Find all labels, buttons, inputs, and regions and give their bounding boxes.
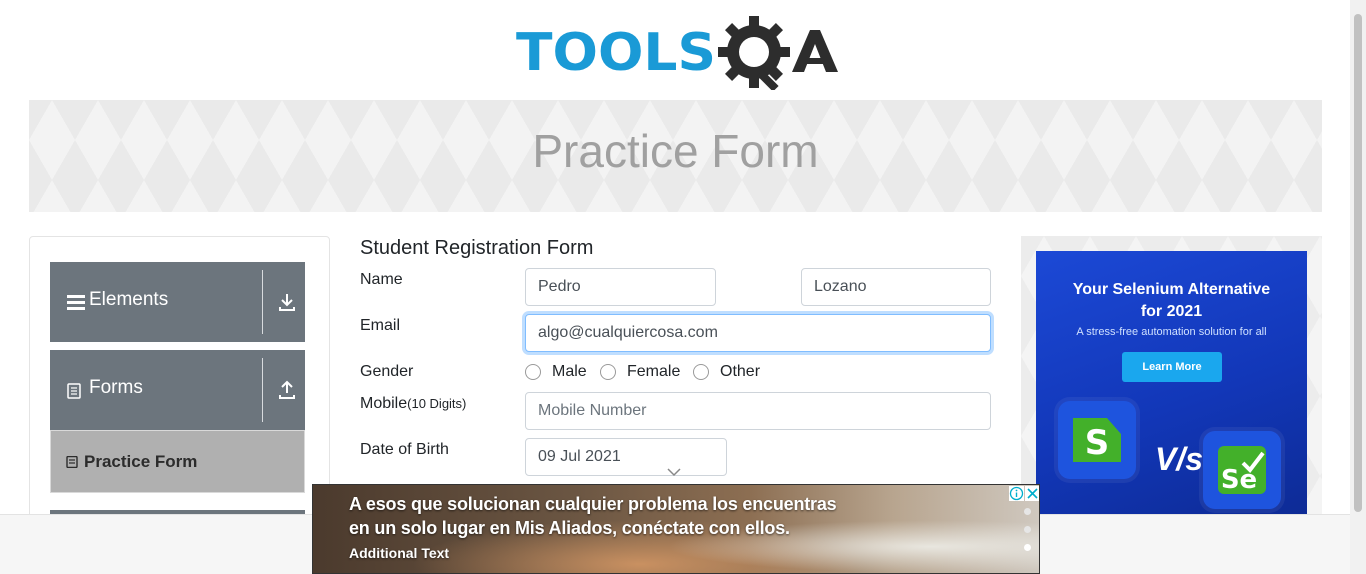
sidebar-group-elements[interactable]: Elements (50, 262, 305, 342)
divider (262, 270, 263, 334)
scrollbar-thumb[interactable] (1354, 14, 1362, 512)
gender-radio-other[interactable]: Other (693, 363, 760, 381)
carousel-dot[interactable] (1024, 508, 1031, 515)
page-banner: Practice Form (29, 100, 1322, 212)
page-title: Practice Form (532, 125, 819, 177)
gender-radio-male[interactable]: Male (525, 363, 587, 381)
mobile-label: Mobile(10 Digits) (360, 395, 466, 413)
chevron-down-icon (667, 468, 681, 477)
ad-info-icon[interactable] (1009, 486, 1024, 501)
form-title: Student Registration Form (360, 237, 594, 259)
radio-circle[interactable] (525, 364, 541, 380)
name-label: Name (360, 271, 403, 288)
selenium-logo-icon: Se (1218, 446, 1266, 495)
carousel-dot[interactable] (1024, 526, 1031, 533)
radio-circle[interactable] (600, 364, 616, 380)
dob-label: Date of Birth (360, 441, 449, 458)
download-arrow-icon[interactable] (277, 292, 297, 312)
gender-radio-female[interactable]: Female (600, 363, 680, 381)
sidebar-item-practice-form[interactable]: Practice Form (50, 430, 305, 493)
side-ad-headline-1: Your Selenium Alternative (1072, 281, 1271, 298)
divider (262, 358, 263, 422)
toolsqa-logo[interactable]: TOOLS (516, 16, 838, 90)
email-label: Email (360, 317, 401, 334)
svg-text:S: S (1085, 423, 1110, 463)
ad-close-icon[interactable] (1025, 486, 1040, 501)
sidebar-group-label: Forms (89, 377, 143, 398)
learn-more-button[interactable]: Learn More (1122, 352, 1222, 382)
carousel-dot-active[interactable] (1024, 544, 1031, 551)
mobile-label-text: Mobile (360, 395, 408, 412)
popup-ad-line-2: en un solo lugar en Mis Aliados, conécta… (349, 518, 790, 538)
side-ad-headline-2: for 2021 (1140, 303, 1203, 320)
last-name-input[interactable] (801, 268, 991, 306)
first-name-input[interactable] (525, 268, 716, 306)
sidebar-item-label: Practice Form (84, 452, 198, 471)
versus-text: V/s (1155, 441, 1204, 477)
radio-circle[interactable] (693, 364, 709, 380)
sidebar: Elements Forms Practice Form (29, 236, 330, 537)
side-ad-subtitle: A stress-free automation solution for al… (1076, 326, 1267, 338)
form-icon (66, 456, 78, 468)
popup-ad-extra: Additional Text (349, 545, 450, 561)
popup-ad-line-1: A esos que solucionan cualquier problema… (349, 494, 837, 514)
document-icon (67, 383, 81, 399)
radio-label: Female (627, 363, 681, 380)
upload-arrow-icon[interactable] (277, 380, 297, 400)
katalon-logo-tile: S (1058, 401, 1136, 479)
popup-ad[interactable]: A esos que solucionan cualquier problema… (312, 484, 1040, 574)
mobile-input[interactable] (525, 392, 991, 430)
email-input[interactable] (525, 314, 991, 352)
hamburger-icon (67, 295, 85, 310)
sidebar-group-label: Elements (89, 289, 169, 310)
side-ad-headline: Your Selenium Alternative for 2021 (1036, 279, 1307, 323)
side-ad[interactable]: Your Selenium Alternative for 2021 A str… (1036, 251, 1307, 526)
gender-label: Gender (360, 363, 414, 380)
svg-text:TOOLS: TOOLS (516, 23, 716, 83)
mobile-hint: (10 Digits) (407, 396, 467, 411)
katalon-logo-icon: S (1073, 418, 1121, 463)
dob-input[interactable] (525, 438, 727, 476)
sidebar-group-forms[interactable]: Forms (50, 350, 305, 430)
selenium-logo-tile: Se (1203, 431, 1281, 509)
radio-label: Other (720, 363, 761, 380)
radio-label: Male (552, 363, 587, 380)
